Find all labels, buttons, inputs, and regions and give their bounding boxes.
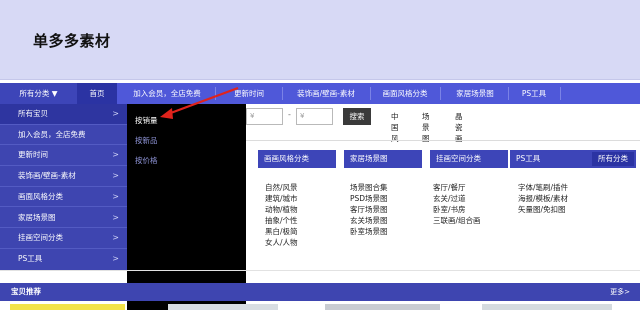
nav-divider [560, 87, 561, 100]
side-item-label: 加入会员，全店免费 [18, 129, 86, 139]
nav-divider [215, 87, 216, 100]
sort-by-sales[interactable]: 按销量 [135, 115, 158, 126]
shop-banner: 单多多素材 [0, 0, 640, 80]
side-item-home-scene[interactable]: 家居场景图 > [0, 208, 127, 229]
category-link[interactable]: 建筑/城市 [265, 193, 298, 204]
side-item-label: 所有宝贝 [18, 109, 48, 118]
side-item-decor-painting[interactable]: 装饰画/壁画-素材 > [0, 166, 127, 187]
category-list: 字体/笔刷/插件 海报/模板/素材 矢量图/免扣图 [518, 182, 568, 215]
recommend-bar: 宝贝推荐 更多> [0, 283, 640, 301]
divider [0, 270, 640, 271]
chevron-right-icon: > [112, 191, 119, 201]
divider [246, 140, 640, 141]
chevron-right-icon: > [112, 171, 119, 181]
category-link[interactable]: 三联画/组合画 [433, 215, 481, 226]
category-header[interactable]: 画画风格分类 [258, 150, 336, 168]
category-link[interactable]: 卧室场景图 [350, 226, 388, 237]
category-header[interactable]: 家居场景图 [344, 150, 422, 168]
category-header[interactable]: 挂画空间分类 [430, 150, 508, 168]
top-nav-bar: 所有分类 ▼ 首页 加入会员，全店免费 更新时间 装饰画/壁画-素材 画面风格分… [0, 83, 640, 104]
category-link[interactable]: 抽象/个性 [265, 215, 298, 226]
product-thumbnail[interactable] [482, 304, 612, 310]
side-item-label: 家居场景图 [18, 212, 56, 222]
category-link[interactable]: PSD场景图 [350, 193, 388, 204]
category-link[interactable]: 玄关场景图 [350, 215, 388, 226]
side-item-label: 装饰画/壁画-素材 [18, 171, 76, 181]
product-thumbnail[interactable] [168, 304, 278, 310]
nav-divider [440, 87, 441, 100]
price-max-input[interactable]: ¥ [296, 108, 333, 125]
chevron-right-icon: > [112, 253, 119, 263]
category-link[interactable]: 女人/人物 [265, 237, 298, 248]
price-separator: - [288, 110, 291, 119]
price-min-input[interactable]: ¥ [246, 108, 283, 125]
category-side-menu: 所有宝贝 > 加入会员，全店免费 更新时间 > 装饰画/壁画-素材 > 画面风格… [0, 104, 127, 270]
category-link[interactable]: 玄关/过道 [433, 193, 481, 204]
nav-divider [370, 87, 371, 100]
side-item-vip[interactable]: 加入会员，全店免费 [0, 125, 127, 146]
nav-update-time[interactable]: 更新时间 [218, 83, 280, 104]
category-link[interactable]: 海报/模板/素材 [518, 193, 568, 204]
chevron-right-icon: > [112, 109, 119, 118]
side-item-label: 挂画空间分类 [18, 233, 63, 243]
nav-divider [508, 87, 509, 100]
side-item-style[interactable]: 画面风格分类 > [0, 187, 127, 208]
category-link[interactable]: 客厅/餐厅 [433, 182, 481, 193]
category-list: 客厅/餐厅 玄关/过道 卧室/书房 三联画/组合画 [433, 182, 481, 226]
chevron-right-icon: > [112, 233, 119, 243]
category-header-bar: 画画风格分类 家居场景图 挂画空间分类 PS工具 所有分类 [246, 150, 640, 168]
all-categories-button[interactable]: 所有分类 [592, 152, 634, 166]
shop-title: 单多多素材 [33, 32, 111, 50]
category-link[interactable]: 矢量图/免扣图 [518, 204, 568, 215]
nav-divider [282, 87, 283, 100]
nav-vip[interactable]: 加入会员，全店免费 [122, 83, 212, 104]
nav-home[interactable]: 首页 [77, 83, 117, 104]
nav-all-categories[interactable]: 所有分类 ▼ [0, 83, 77, 104]
nav-style[interactable]: 画面风格分类 [372, 83, 438, 104]
side-item-ps-tools[interactable]: PS工具 > [0, 249, 127, 270]
sort-by-new[interactable]: 按新品 [135, 135, 158, 146]
category-link[interactable]: 客厅场景图 [350, 204, 388, 215]
chevron-right-icon: > [112, 150, 119, 160]
category-link[interactable]: 动物/植物 [265, 204, 298, 215]
category-link[interactable]: 自然/风景 [265, 182, 298, 193]
category-link[interactable]: 字体/笔刷/插件 [518, 182, 568, 193]
category-link[interactable]: 卧室/书房 [433, 204, 481, 215]
nav-ps-tools[interactable]: PS工具 [510, 83, 558, 104]
side-item-label: 更新时间 [18, 150, 48, 160]
product-thumbnail[interactable] [10, 304, 125, 310]
sort-by-price[interactable]: 按价格 [135, 155, 158, 166]
product-thumbnail[interactable] [325, 304, 440, 310]
side-item-label: 画面风格分类 [18, 191, 63, 201]
nav-home-scene[interactable]: 家居场景图 [442, 83, 508, 104]
nav-decor-painting[interactable]: 装饰画/壁画-素材 [284, 83, 368, 104]
category-link[interactable]: 黑白/极简 [265, 226, 298, 237]
more-link[interactable]: 更多> [610, 283, 630, 301]
side-item-label: PS工具 [18, 253, 43, 263]
side-item-all-products[interactable]: 所有宝贝 > [0, 104, 127, 125]
search-button[interactable]: 搜索 [343, 108, 371, 125]
product-thumbnails [0, 304, 640, 310]
side-item-space[interactable]: 挂画空间分类 > [0, 228, 127, 249]
recommend-title: 宝贝推荐 [11, 287, 41, 296]
category-list: 场景图合集 PSD场景图 客厅场景图 玄关场景图 卧室场景图 [350, 182, 388, 237]
side-item-update-time[interactable]: 更新时间 > [0, 145, 127, 167]
category-list: 自然/风景 建筑/城市 动物/植物 抽象/个性 黑白/极简 女人/人物 [265, 182, 298, 248]
sort-submenu: 按销量 按新品 按价格 [127, 104, 246, 310]
category-link[interactable]: 场景图合集 [350, 182, 388, 193]
chevron-right-icon: > [112, 212, 119, 222]
